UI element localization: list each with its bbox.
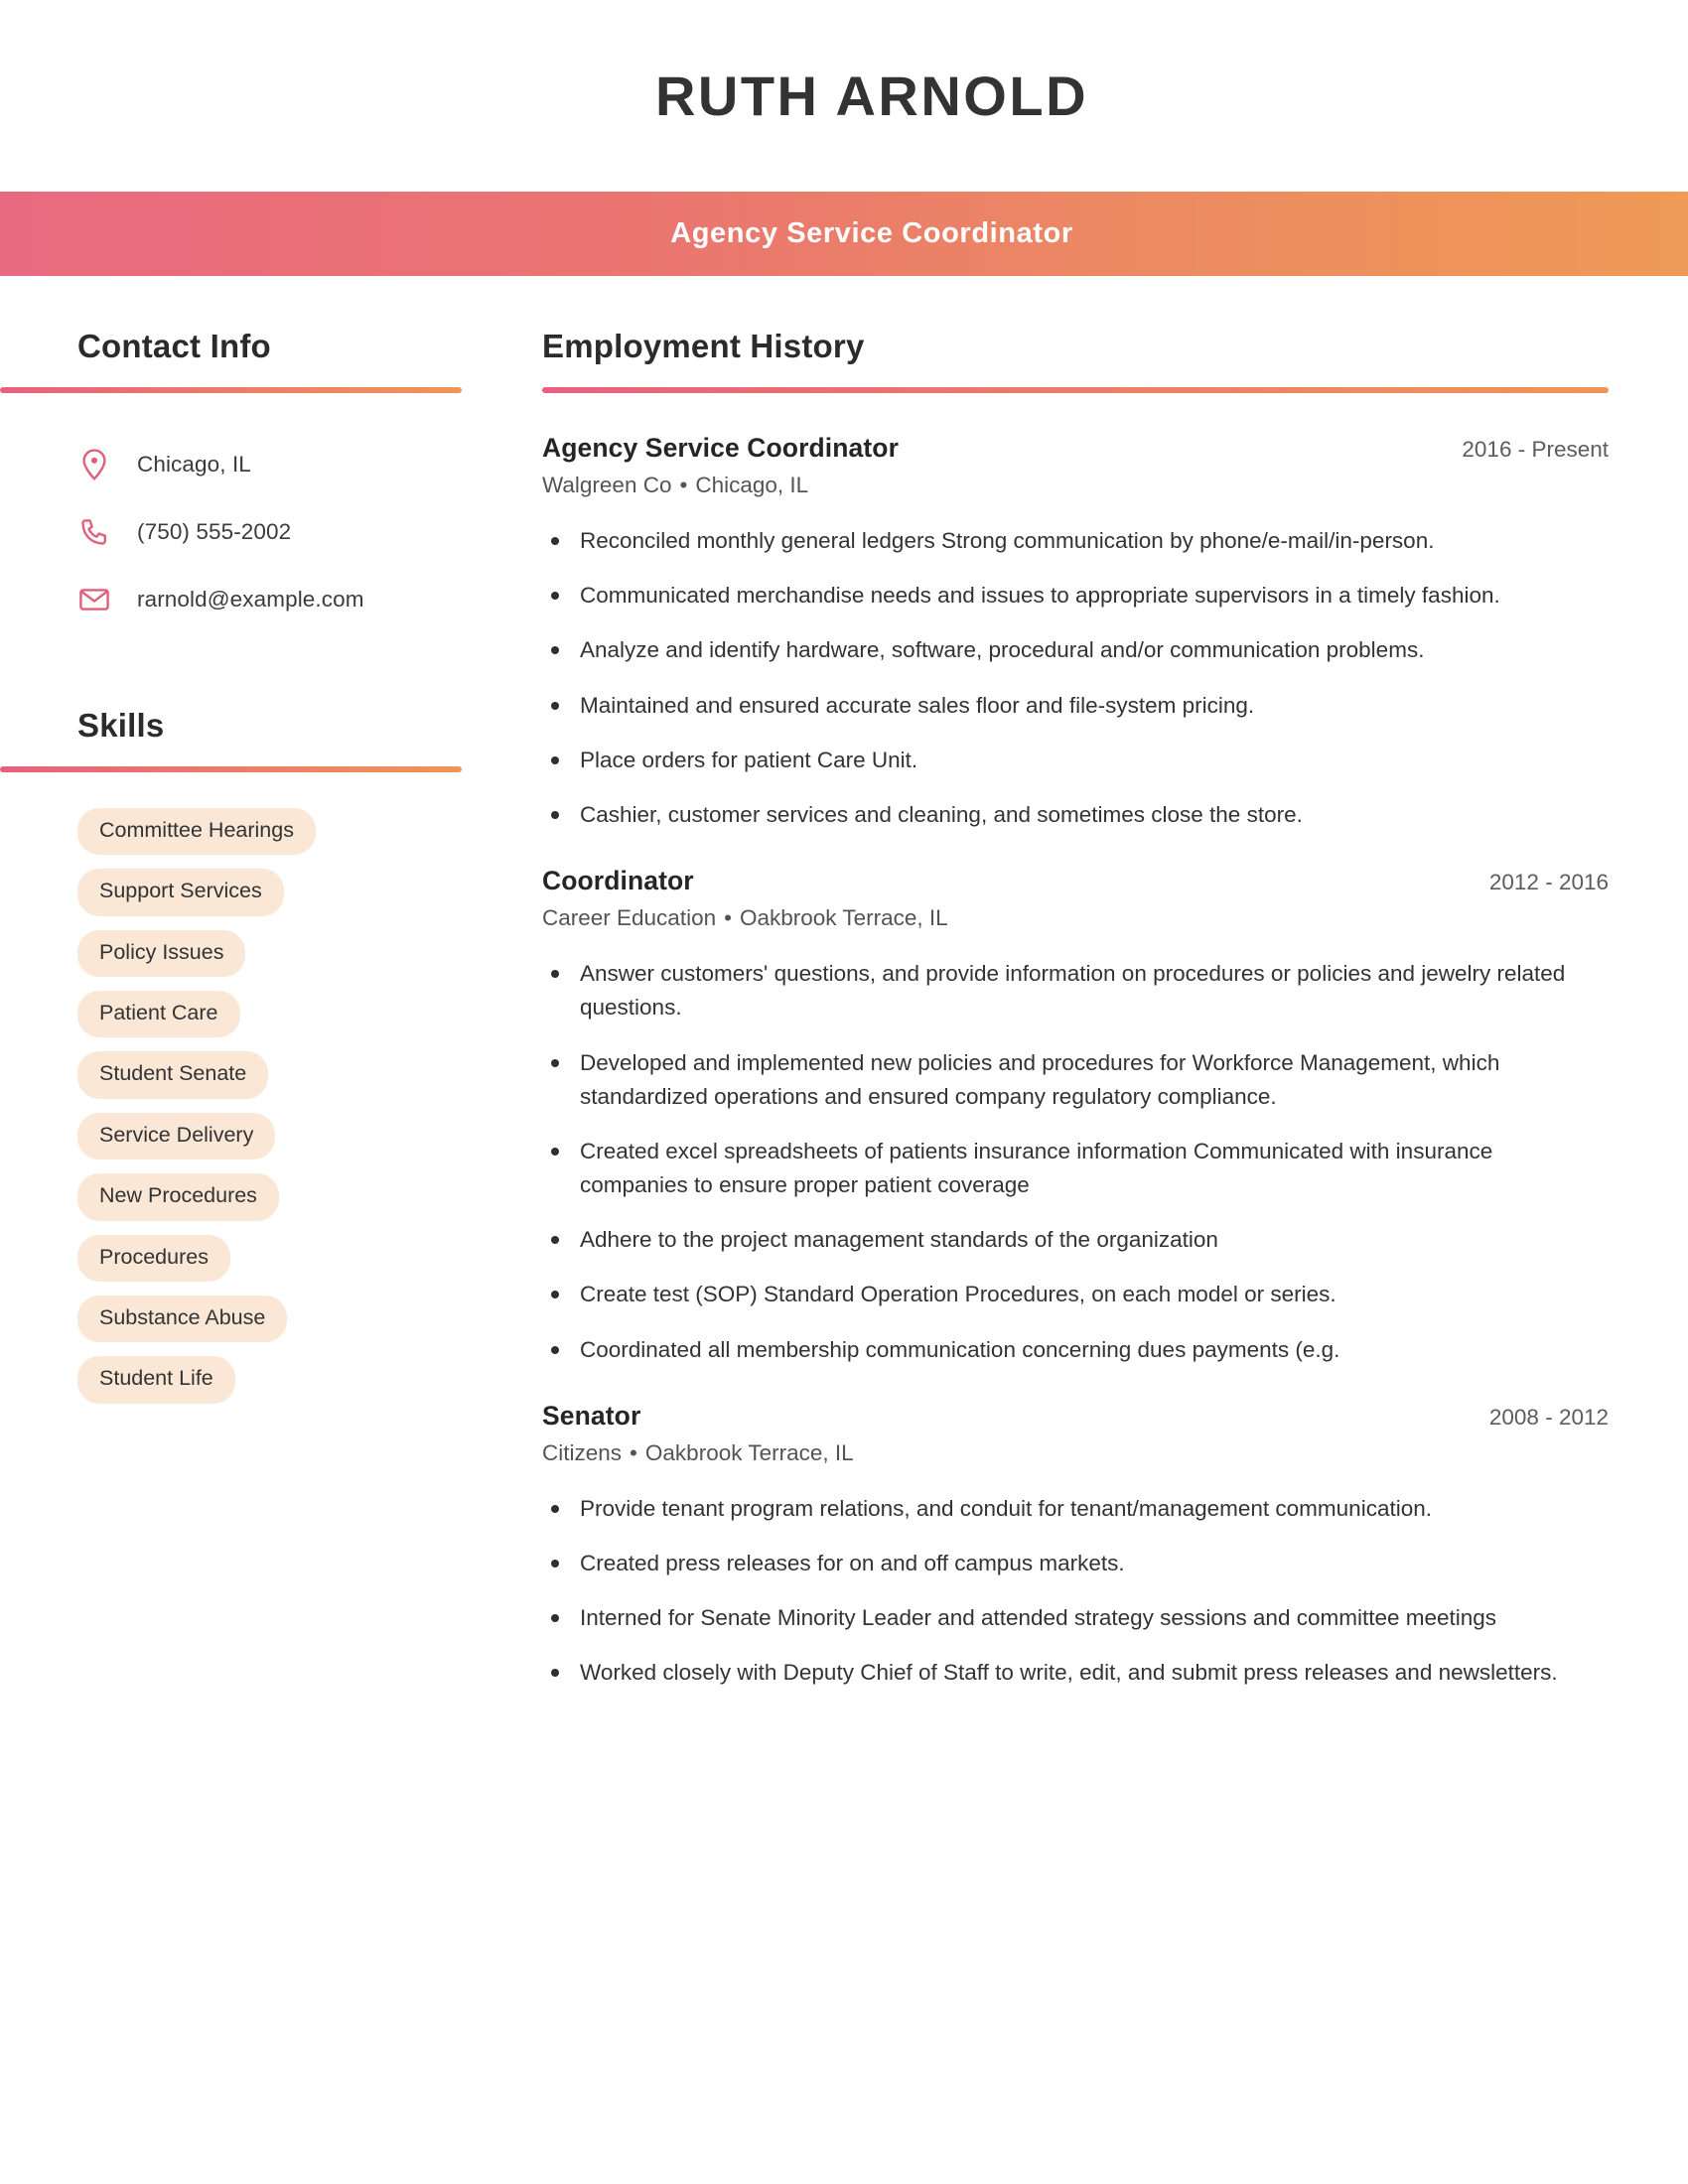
job-entry: Senator 2008 - 2012 Citizens • Oakbrook Te… xyxy=(542,1401,1609,1691)
skill-pill: Patient Care xyxy=(77,991,240,1038)
skills-divider xyxy=(0,766,462,772)
job-bullet: Cashier, customer services and cleaning,… xyxy=(542,798,1590,832)
resume-page: RUTH ARNOLD Agency Service Coordinator C… xyxy=(0,0,1688,2184)
bullet-separator-icon: • xyxy=(724,905,732,931)
main-column: Employment History Agency Service Coordi… xyxy=(483,328,1688,1711)
job-dates: 2016 - Present xyxy=(1462,437,1609,462)
contact-info-heading: Contact Info xyxy=(77,328,271,364)
job-company-location: Career Education • Oakbrook Terrace, IL xyxy=(542,905,1609,931)
job-bullet: Analyze and identify hardware, software,… xyxy=(542,633,1590,667)
job-title: Senator xyxy=(542,1400,641,1431)
contact-item-phone: (750) 555-2002 xyxy=(77,498,461,566)
skill-pill: Substance Abuse xyxy=(77,1295,288,1343)
skill-pill: New Procedures xyxy=(77,1173,279,1221)
job-bullet: Maintained and ensured accurate sales fl… xyxy=(542,689,1590,723)
resume-header-name-area: RUTH ARNOLD xyxy=(0,0,1688,192)
resume-header-role-band: Agency Service Coordinator xyxy=(0,192,1688,276)
job-location: Oakbrook Terrace, IL xyxy=(740,905,948,931)
employment-history-divider xyxy=(542,387,1609,393)
employment-history-heading: Employment History xyxy=(542,328,865,364)
job-bullets: Reconciled monthly general ledgers Stron… xyxy=(542,524,1609,832)
contact-info-divider xyxy=(0,387,462,393)
skill-pill: Student Senate xyxy=(77,1051,269,1099)
job-company-location: Walgreen Co • Chicago, IL xyxy=(542,473,1609,498)
job-company: Walgreen Co xyxy=(542,473,672,497)
skill-pill: Student Life xyxy=(77,1356,235,1404)
contact-list: Chicago, IL (750) 555-2002 rarnold@examp… xyxy=(77,431,461,633)
job-header: Senator 2008 - 2012 xyxy=(542,1401,1609,1432)
job-bullet: Create test (SOP) Standard Operation Pro… xyxy=(542,1278,1590,1311)
job-dates: 2008 - 2012 xyxy=(1488,1404,1609,1430)
job-bullet: Worked closely with Deputy Chief of Staf… xyxy=(542,1656,1590,1690)
job-bullet: Coordinated all membership communication… xyxy=(542,1333,1590,1367)
candidate-name: RUTH ARNOLD xyxy=(654,65,1089,127)
job-title: Coordinator xyxy=(542,866,694,896)
job-header: Agency Service Coordinator 2016 - Presen… xyxy=(542,433,1609,464)
skill-pill: Procedures xyxy=(77,1234,230,1282)
job-bullet: Reconciled monthly general ledgers Stron… xyxy=(542,524,1590,558)
skill-pill: Service Delivery xyxy=(77,1112,276,1160)
skills-list: Committee Hearings Support Services Poli… xyxy=(77,808,461,1418)
contact-location-text: Chicago, IL xyxy=(137,452,251,477)
job-location: Oakbrook Terrace, IL xyxy=(644,1439,854,1465)
job-company-location: Citizens • Oakbrook Terrace, IL xyxy=(542,1440,1609,1466)
bullet-separator-icon: • xyxy=(679,473,688,497)
job-title: Agency Service Coordinator xyxy=(542,433,899,463)
sidebar: Contact Info Chicago, IL (750) 555-2002 … xyxy=(0,328,483,1418)
bullet-separator-icon: • xyxy=(630,1439,637,1465)
contact-email-text: rarnold@example.com xyxy=(137,587,364,612)
skills-heading: Skills xyxy=(77,707,165,744)
contact-item-location: Chicago, IL xyxy=(77,431,461,498)
job-bullet: Adhere to the project management standar… xyxy=(542,1223,1590,1257)
job-bullets: Answer customers' questions, and provide… xyxy=(542,957,1609,1367)
job-entry: Agency Service Coordinator 2016 - Presen… xyxy=(542,433,1609,832)
skill-pill: Policy Issues xyxy=(77,929,246,978)
job-entry: Coordinator 2012 - 2016 Career Education… xyxy=(542,866,1609,1367)
job-bullet: Created press releases for on and off ca… xyxy=(542,1547,1590,1580)
job-bullet: Provide tenant program relations, and co… xyxy=(542,1492,1590,1526)
skill-pill: Support Services xyxy=(77,869,284,916)
location-pin-icon xyxy=(77,449,111,480)
job-bullet: Answer customers' questions, and provide… xyxy=(542,957,1590,1024)
job-bullet: Interned for Senate Minority Leader and … xyxy=(542,1601,1590,1635)
job-bullet: Communicated merchandise needs and issue… xyxy=(542,579,1590,613)
job-bullet: Place orders for patient Care Unit. xyxy=(542,744,1590,777)
job-header: Coordinator 2012 - 2016 xyxy=(542,866,1609,896)
contact-phone-text: (750) 555-2002 xyxy=(137,519,292,544)
job-bullet: Created excel spreadsheets of patients i… xyxy=(542,1135,1590,1202)
job-company: Career Education xyxy=(542,905,717,931)
skill-pill: Committee Hearings xyxy=(77,808,316,856)
job-bullet: Developed and implemented new policies a… xyxy=(542,1046,1590,1114)
employment-history-list: Agency Service Coordinator 2016 - Presen… xyxy=(542,433,1609,1691)
phone-icon xyxy=(77,518,111,547)
job-bullets: Provide tenant program relations, and co… xyxy=(542,1492,1609,1691)
job-company: Citizens xyxy=(542,1439,623,1465)
contact-item-email: rarnold@example.com xyxy=(77,566,461,633)
job-location: Chicago, IL xyxy=(695,473,809,497)
candidate-role: Agency Service Coordinator xyxy=(670,217,1073,249)
envelope-icon xyxy=(77,588,111,612)
job-dates: 2012 - 2016 xyxy=(1488,870,1609,895)
resume-body: Contact Info Chicago, IL (750) 555-2002 … xyxy=(0,276,1688,1711)
